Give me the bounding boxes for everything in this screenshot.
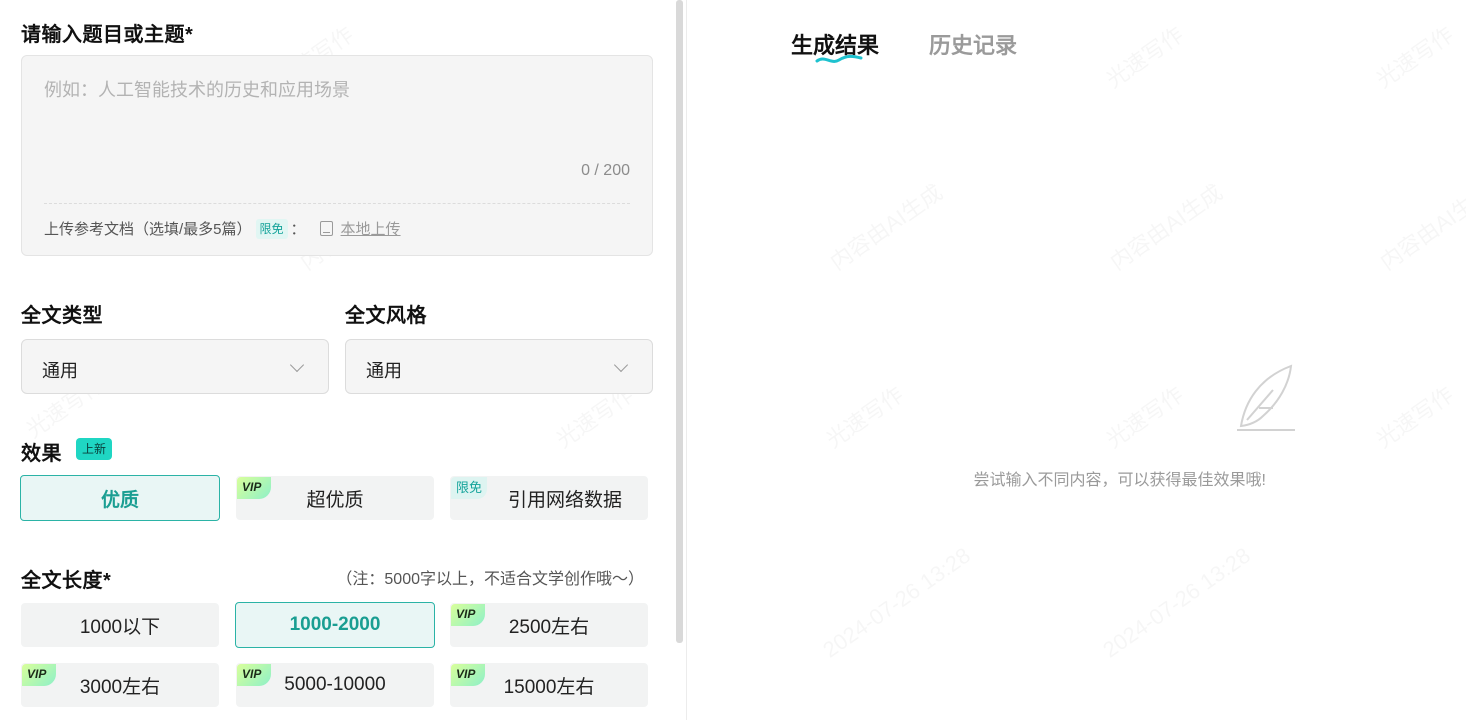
results-panel: 生成结果 历史记录 尝试输入不同内容，可以获得最佳效果哦! <box>687 0 1466 720</box>
style-label: 全文风格 <box>345 305 427 327</box>
upload-row: 上传参考文档（选填/最多5篇） 限免 ： 本地上传 <box>44 218 401 239</box>
scrollbar[interactable] <box>676 0 683 643</box>
effect-label: 效果 <box>21 443 62 465</box>
tab-active-indicator <box>815 54 863 63</box>
vip-badge: VIP <box>451 604 485 626</box>
config-panel: 请输入题目或主题* 例如：人工智能技术的历史和应用场景 0 / 200 上传参考… <box>0 0 676 720</box>
new-badge: 上新 <box>76 438 113 460</box>
topic-input[interactable]: 例如：人工智能技术的历史和应用场景 <box>44 76 624 102</box>
free-tag: 限免 <box>451 477 488 499</box>
option-label: 1000-2000 <box>289 614 381 635</box>
type-label: 全文类型 <box>21 305 103 327</box>
vip-badge: VIP <box>237 664 271 686</box>
option-label: 2500左右 <box>508 616 590 638</box>
empty-state-text: 尝试输入不同内容，可以获得最佳效果哦! <box>687 466 1466 490</box>
effect-option-super-quality[interactable]: VIP 超优质 <box>236 476 434 520</box>
option-label: 优质 <box>100 489 139 511</box>
length-option[interactable]: 1000以下 <box>21 603 219 647</box>
vip-badge: VIP <box>22 664 56 686</box>
style-select-value: 通用 <box>366 361 402 381</box>
topic-box[interactable]: 例如：人工智能技术的历史和应用场景 0 / 200 上传参考文档（选填/最多5篇… <box>21 55 653 256</box>
tab-history[interactable]: 历史记录 <box>929 28 1017 60</box>
option-label: 3000左右 <box>79 676 161 698</box>
chevron-down-icon <box>289 357 305 373</box>
option-label: 15000左右 <box>503 676 595 698</box>
vip-badge: VIP <box>237 477 271 499</box>
topic-title: 请输入题目或主题* <box>21 24 194 46</box>
length-option[interactable]: VIP 2500左右 <box>450 603 648 647</box>
upload-colon: ： <box>290 221 306 238</box>
free-tag: 限免 <box>255 218 288 239</box>
length-option[interactable]: VIP 3000左右 <box>21 663 219 707</box>
effect-option-web-data[interactable]: 限免 引用网络数据 <box>450 476 648 520</box>
style-select[interactable]: 通用 <box>345 339 653 394</box>
local-upload-link[interactable]: 本地上传 <box>341 218 401 239</box>
length-option[interactable]: VIP 5000-10000 <box>236 663 434 707</box>
chevron-down-icon <box>613 357 629 373</box>
length-option[interactable]: VIP 15000左右 <box>450 663 648 707</box>
option-label: 5000-10000 <box>284 674 386 695</box>
char-counter: 0 / 200 <box>581 162 630 179</box>
effect-option-quality[interactable]: 优质 <box>20 475 220 521</box>
type-select[interactable]: 通用 <box>21 339 329 394</box>
length-note: （注：5000字以上，不适合文学创作哦～） <box>336 571 644 588</box>
upload-label: 上传参考文档（选填/最多5篇） <box>44 221 252 238</box>
divider <box>44 203 630 204</box>
option-label: 1000以下 <box>79 616 161 638</box>
option-label: 超优质 <box>306 489 364 511</box>
type-select-value: 通用 <box>42 361 78 381</box>
empty-state-message: 尝试输入不同内容，可以获得最佳效果哦! <box>973 472 1266 489</box>
length-option[interactable]: 1000-2000 <box>235 602 435 648</box>
option-label: 引用网络数据 <box>507 489 622 511</box>
vip-badge: VIP <box>451 664 485 686</box>
page: 光速写作 内容由AI生成 光速写作 光速写作 光速写作 光速写作 光速写作 内容… <box>0 0 1466 720</box>
file-icon[interactable] <box>319 221 333 236</box>
feather-icon <box>1237 364 1295 431</box>
length-label: 全文长度* <box>21 570 112 592</box>
